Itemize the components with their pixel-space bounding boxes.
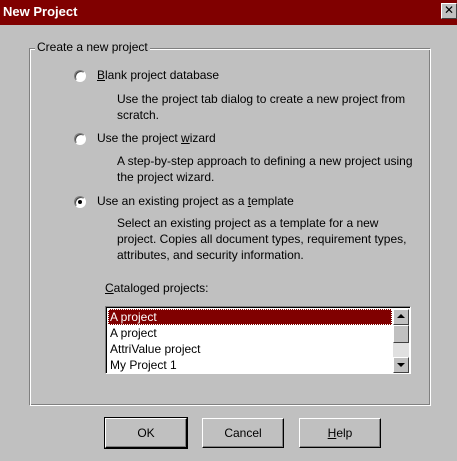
- list-item[interactable]: My Project 1: [108, 357, 392, 373]
- radio-selected-dot: [78, 200, 82, 204]
- arrow-up-icon: [397, 314, 405, 318]
- option-blank-project-description: Use the project tab dialog to create a n…: [117, 92, 406, 122]
- groupbox-label: Create a new project: [35, 40, 150, 54]
- option-wizard-description: A step-by-step approach to defining a ne…: [117, 154, 413, 184]
- new-project-dialog: New Project ✕ Create a new project Blank…: [0, 0, 457, 461]
- dialog-title: New Project: [3, 4, 78, 19]
- cataloged-projects-listbox[interactable]: A project A project AttriValue project M…: [105, 306, 411, 374]
- arrow-down-icon: [397, 363, 405, 367]
- close-icon: ✕: [443, 3, 455, 17]
- scroll-down-button[interactable]: [393, 357, 409, 373]
- radio-blank-project[interactable]: [74, 70, 86, 82]
- cancel-button[interactable]: Cancel: [202, 418, 284, 448]
- close-button[interactable]: ✕: [441, 3, 457, 19]
- scrollbar-thumb[interactable]: [393, 325, 409, 343]
- title-bar[interactable]: New Project ✕: [0, 0, 457, 25]
- list-item[interactable]: A project: [108, 325, 392, 341]
- option-template-description: Select an existing project as a template…: [117, 216, 407, 262]
- radio-existing-template[interactable]: [74, 196, 86, 208]
- list-item[interactable]: A project: [108, 309, 392, 325]
- vertical-scrollbar[interactable]: [393, 309, 409, 373]
- option-blank-project-label[interactable]: Blank project database: [97, 68, 219, 82]
- option-template-label[interactable]: Use an existing project as a template: [97, 194, 294, 208]
- option-wizard-label[interactable]: Use the project wizard: [97, 131, 216, 145]
- scroll-up-button[interactable]: [393, 309, 409, 325]
- list-items: A project A project AttriValue project M…: [108, 309, 392, 373]
- radio-project-wizard[interactable]: [74, 133, 86, 145]
- help-button[interactable]: Help: [299, 418, 381, 448]
- ok-button[interactable]: OK: [104, 417, 188, 449]
- list-item[interactable]: AttriValue project: [108, 341, 392, 357]
- cataloged-projects-label: Cataloged projects:: [105, 281, 209, 295]
